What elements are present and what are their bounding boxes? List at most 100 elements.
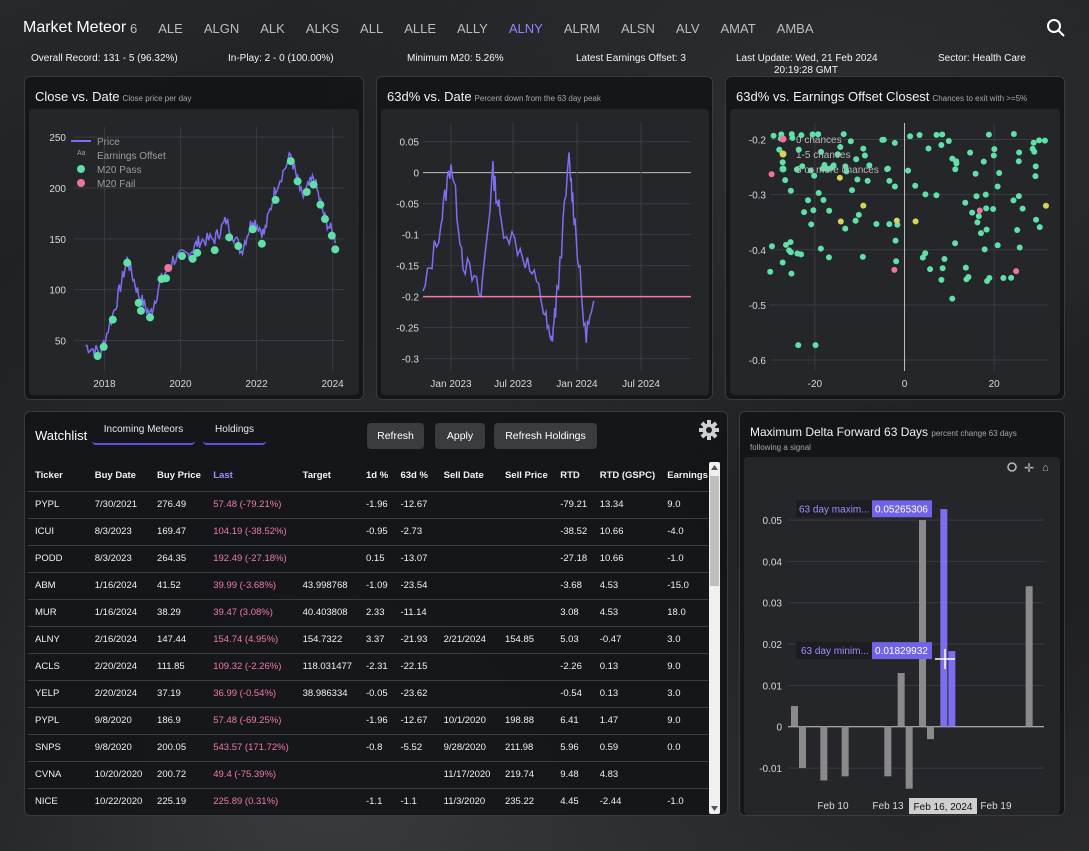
scatter-point [768, 171, 775, 178]
gear-icon[interactable] [698, 419, 720, 441]
ticker-tab-alks[interactable]: ALKS [306, 21, 339, 36]
table-cell: 200.72 [150, 760, 207, 788]
table-row[interactable]: ABM 1/16/2024 41.52 39.99 (-3.68%) 43.998768… [28, 571, 708, 599]
table-row[interactable]: PYPL 9/8/2020 186.9 57.48 (-69.25%) -1.96 -12… [28, 706, 708, 734]
scatter-point [1032, 163, 1039, 170]
d63-chart-plot[interactable]: 0.05 0 -0.05 -0.1 -0.15 -0.2 -0.25 -0.3 Jan 2023… [381, 109, 709, 395]
column-header[interactable]: Buy Price [150, 461, 206, 491]
ticker-tab-alk[interactable]: ALK [260, 21, 285, 36]
column-header[interactable]: RTD (GSPC) [593, 461, 661, 491]
scatter-point [891, 183, 898, 190]
scatter-point [1041, 137, 1048, 144]
ticker-tab-ally[interactable]: ALLY [457, 21, 488, 36]
scrollbar-thumb[interactable] [710, 476, 719, 586]
ticker-tab-6[interactable]: 6 [130, 21, 137, 36]
delta-y-tick: 0.04 [763, 557, 783, 568]
refresh-holdings-button[interactable]: Refresh Holdings [494, 423, 597, 449]
m20-pass-dot [136, 306, 145, 315]
ticker-tab-algn[interactable]: ALGN [204, 21, 239, 36]
table-row[interactable]: ALNY 2/16/2024 147.44 154.74 (4.95%) 154.732… [28, 625, 708, 653]
ticker-tab-alny[interactable]: ALNY [509, 21, 543, 36]
table-cell: 9.0 [660, 652, 708, 680]
table-row[interactable]: MUR 1/16/2024 38.29 39.47 (3.08%) 40.403808 2… [28, 598, 708, 626]
close-chart-plot[interactable]: 50 100 150 200 250 2018 2020 2022 2024 Price Aa Ear… [29, 109, 359, 395]
scatter-point [891, 266, 898, 273]
column-header[interactable]: Buy Date [88, 461, 150, 491]
tab-incoming-meteors[interactable]: Incoming Meteors [92, 417, 195, 445]
scatter-x-tick: 20 [989, 379, 1001, 390]
ticker-tab-alsn[interactable]: ALSN [621, 21, 655, 36]
ticker-tab-all[interactable]: ALL [360, 21, 383, 36]
ticker-tab-alv[interactable]: ALV [676, 21, 700, 36]
ticker-tab-amba[interactable]: AMBA [777, 21, 814, 36]
column-header[interactable]: 63d % [393, 461, 436, 491]
legend-pass-swatch [77, 165, 85, 173]
scatter-point [808, 221, 815, 228]
scatter-point [795, 342, 802, 349]
search-icon[interactable] [1046, 18, 1066, 38]
table-cell: 3.08 [553, 598, 593, 626]
scatter-point [938, 276, 945, 283]
hover-x-label: Feb 16, 2024 [914, 802, 973, 813]
table-cell: 10/1/2020 [436, 706, 498, 734]
scatter-point [815, 190, 822, 197]
close-chart-subtitle: Close price per day [122, 94, 192, 103]
table-cell [497, 652, 554, 680]
column-header[interactable]: RTD [553, 461, 593, 491]
table-cell: 219.74 [497, 760, 554, 788]
column-header[interactable]: Target [296, 461, 359, 491]
column-header[interactable]: Sell Price [498, 461, 553, 491]
column-header[interactable]: 1d % [359, 461, 393, 491]
table-row[interactable]: PODD 8/3/2023 264.35 192.49 (-27.18%) 0.15 -1… [28, 544, 708, 572]
ticker-tab-amat[interactable]: AMAT [721, 21, 756, 36]
scatter-point [779, 159, 786, 166]
scatter-point [826, 207, 833, 214]
d63-y-tick: -0.05 [396, 200, 419, 211]
table-row[interactable]: SNPS 9/8/2020 200.05 543.57 (171.72%) -0.8 -5… [28, 733, 708, 761]
earnings-scatter-card: 63d% vs. Earnings Offset Closest Chances … [725, 76, 1065, 400]
table-cell [358, 760, 394, 788]
apply-button[interactable]: Apply [435, 423, 485, 449]
legend-earnings: Earnings Offset [97, 151, 166, 162]
delta-subtitle: percent change 63 days [931, 429, 1017, 438]
scatter-point [969, 209, 976, 216]
scatter-point [996, 169, 1003, 176]
table-cell: 9/28/2020 [436, 733, 498, 761]
ticker-tab-alrm[interactable]: ALRM [564, 21, 600, 36]
table-row[interactable]: NICE 10/22/2020 225.19 225.89 (0.31%) -1.1 -1… [28, 787, 708, 813]
delta-x-tick: Feb 19 [980, 801, 1012, 812]
ticker-tab-ale[interactable]: ALE [158, 21, 183, 36]
scatter-point [927, 266, 934, 273]
scatter-point [962, 199, 969, 206]
column-header[interactable]: Ticker [28, 461, 88, 491]
m20-pass-dot [210, 246, 219, 255]
table-cell: 4.53 [592, 598, 661, 626]
table-row[interactable]: YELP 2/20/2024 37.19 36.99 (-0.54%) 38.98633… [28, 679, 708, 707]
table-cell: -27.18 [553, 544, 593, 572]
m20-pass-dot [316, 200, 325, 209]
table-cell: 111.85 [150, 652, 207, 680]
tab-holdings[interactable]: Holdings [203, 417, 266, 445]
watchlist-scrollbar[interactable] [709, 462, 720, 814]
table-row[interactable]: CVNA 10/20/2020 200.72 49.4 (-75.39%) 11/17/… [28, 760, 708, 788]
m20-pass-dot [193, 248, 202, 257]
table-row[interactable]: ACLS 2/20/2024 111.85 109.32 (-2.26%) 118.03… [28, 652, 708, 680]
app-title[interactable]: Market Meteor [23, 19, 126, 37]
delta-chart-plot[interactable]: ✛ ⌂ 0.05 0.04 0.03 0.02 0.01 0 -0.01 Feb 10 Feb 13… [744, 457, 1060, 815]
table-cell: 37.19 [150, 679, 207, 707]
scatter-plot[interactable]: -0.2 -0.3 -0.4 -0.5 -0.6 -20 0 20 0 chances 1-5 c… [730, 109, 1060, 395]
table-cell: 264.35 [150, 544, 207, 572]
column-header[interactable]: Sell Date [437, 461, 498, 491]
ticker-tab-alle[interactable]: ALLE [404, 21, 436, 36]
scatter-point [847, 138, 854, 145]
legend-few: 1-5 chances [796, 150, 850, 161]
scatter-point [938, 142, 945, 149]
table-row[interactable]: ICUI 8/3/2023 169.47 104.19 (-38.52%) -0.95-… [28, 517, 708, 545]
refresh-button[interactable]: Refresh [367, 423, 424, 449]
table-row[interactable]: PYPL 7/30/2021 276.49 57.48 (-79.21%) -1.96-… [28, 490, 708, 518]
column-header[interactable]: Last [206, 461, 295, 491]
m20-pass-dot [234, 242, 243, 251]
scatter-point [952, 240, 959, 247]
column-header[interactable]: Earnings [660, 461, 708, 491]
table-cell: 9.0 [660, 706, 708, 734]
